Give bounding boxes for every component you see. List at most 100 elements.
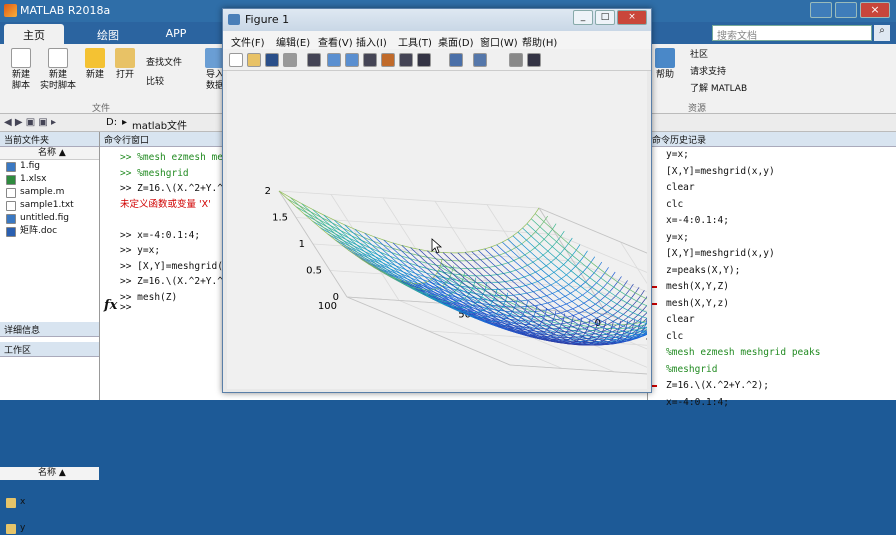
file-name-column-header[interactable]: 名称 ▲ [0, 147, 99, 160]
history-item[interactable]: %meshgrid [648, 362, 896, 379]
path-folder[interactable]: matlab文件 [132, 117, 187, 132]
doc-search-input[interactable]: 搜索文档 [712, 25, 872, 42]
workspace-var-x[interactable]: x [0, 496, 99, 509]
history-item[interactable]: clear [648, 312, 896, 329]
community-link[interactable]: 社区 [690, 48, 708, 62]
figure-close-button[interactable]: × [617, 10, 647, 25]
open-button[interactable]: 打开 [110, 48, 140, 81]
file-item[interactable]: 1.xlsx [0, 173, 99, 186]
legend-icon[interactable] [509, 53, 523, 67]
figure-maximize-button[interactable]: □ [595, 10, 615, 25]
zoom-out-icon[interactable] [345, 53, 359, 67]
plot-area[interactable]: 00.511.52050100020406080100 [227, 71, 795, 397]
mouse-cursor-icon [431, 238, 443, 254]
figure-menu-item-2[interactable]: 查看(V) [318, 34, 353, 49]
help-button[interactable]: 帮助 [650, 48, 680, 81]
file-list: 1.fig 1.xlsx sample.m sample1.txt untitled.f… [0, 160, 99, 238]
workspace-name-header[interactable]: 名称 ▲ [0, 467, 99, 480]
x-tick-label: 100 [318, 301, 337, 312]
save-icon[interactable] [265, 53, 279, 67]
command-history-title: 命令历史记录 [648, 132, 896, 147]
history-list: y=x; [X,Y]=meshgrid(x,y) clear clc x=-4:0.1:… [648, 147, 896, 411]
z-tick-label: 1.5 [272, 213, 288, 224]
search-icon[interactable]: ⌕ [874, 25, 890, 41]
new-live-script-icon [48, 48, 68, 68]
file-item[interactable]: untitled.fig [0, 212, 99, 225]
file-item[interactable]: sample1.txt [0, 199, 99, 212]
pointer-icon[interactable] [307, 53, 321, 67]
figure-menu-item-5[interactable]: 桌面(D) [438, 34, 474, 49]
tab-plots[interactable]: 绘图 [78, 24, 138, 44]
fx-icon[interactable]: fx [104, 298, 117, 313]
figure-menu-item-3[interactable]: 插入(I) [356, 34, 387, 49]
file-name: 矩阵.doc [20, 226, 58, 236]
new-live-script-button[interactable]: 新建 实时脚本 [40, 48, 76, 92]
close-button[interactable]: × [860, 2, 890, 18]
history-item[interactable]: y=x; [648, 147, 896, 164]
rotate-icon[interactable] [381, 53, 395, 67]
file-item[interactable]: sample.m [0, 186, 99, 199]
figure-menu-item-1[interactable]: 编辑(E) [276, 34, 310, 49]
current-folder-panel: 当前文件夹 名称 ▲ 1.fig 1.xlsx sample.m sample1.tx… [0, 132, 100, 534]
history-item[interactable]: %mesh ezmesh meshgrid peaks [648, 345, 896, 362]
history-item[interactable]: Z=16.\(X.^2+Y.^2); [648, 378, 896, 395]
history-item[interactable]: clc [648, 329, 896, 346]
learn-matlab-link[interactable]: 了解 MATLAB [690, 82, 747, 96]
mesh-plot[interactable]: 00.511.52050100020406080100 [227, 71, 795, 397]
colorbar-icon[interactable] [473, 53, 487, 67]
figure-menu-item-7[interactable]: 帮助(H) [522, 34, 557, 49]
new-figure-icon[interactable] [229, 53, 243, 67]
history-item[interactable]: x=-4:0.1:4; [648, 395, 896, 412]
minimize-button[interactable] [810, 2, 832, 18]
matlab-logo-icon [4, 4, 17, 17]
compare-button[interactable]: 比较 [146, 75, 164, 89]
brush-icon[interactable] [417, 53, 431, 67]
figure-menu-item-4[interactable]: 工具(T) [398, 34, 432, 49]
file-icon [6, 188, 16, 198]
data-cursor-icon[interactable] [399, 53, 413, 67]
zoom-in-icon[interactable] [327, 53, 341, 67]
figure-menu-item-0[interactable]: 文件(F) [231, 34, 265, 49]
file-name: 1.fig [20, 161, 40, 171]
history-item[interactable]: z=peaks(X,Y); [648, 263, 896, 280]
new-script-button[interactable]: 新建 脚本 [6, 48, 36, 92]
find-files-button[interactable]: 查找文件 [146, 56, 182, 70]
history-item[interactable]: mesh(X,Y,Z) [648, 279, 896, 296]
file-item[interactable]: 1.fig [0, 160, 99, 173]
tab-home[interactable]: 主页 [4, 24, 64, 44]
command-prompt[interactable]: >> [120, 302, 131, 313]
file-icon [6, 175, 16, 185]
history-item[interactable]: [X,Y]=meshgrid(x,y) [648, 164, 896, 181]
file-icon [6, 227, 16, 237]
mesh-surface [278, 190, 702, 346]
maximize-button[interactable] [835, 2, 857, 18]
matlab-title: MATLAB R2018a [20, 4, 111, 17]
history-item[interactable]: y=x; [648, 230, 896, 247]
history-item[interactable]: clear [648, 180, 896, 197]
workspace-var-y[interactable]: y [0, 522, 99, 535]
link-icon[interactable] [449, 53, 463, 67]
figure-minimize-button[interactable]: _ [573, 10, 593, 25]
history-item[interactable]: [X,Y]=meshgrid(x,y) [648, 246, 896, 263]
history-item[interactable]: x=-4:0.1:4; [648, 213, 896, 230]
group-resources-label: 资源 [688, 104, 707, 114]
pan-icon[interactable] [363, 53, 377, 67]
hide-tools-icon[interactable] [527, 53, 541, 67]
tab-apps[interactable]: APP [146, 24, 206, 44]
variable-icon [6, 498, 16, 508]
history-item[interactable]: clc [648, 197, 896, 214]
folder-icon [115, 48, 135, 68]
history-item[interactable]: mesh(X,Y,z) [648, 296, 896, 313]
file-icon [6, 214, 16, 224]
workspace-title: 工作区 [0, 342, 99, 357]
open-icon[interactable] [247, 53, 261, 67]
print-icon[interactable] [283, 53, 297, 67]
details-header[interactable]: 详细信息 [0, 322, 99, 337]
path-drive[interactable]: D: [106, 117, 117, 128]
figure-menu-item-6[interactable]: 窗口(W) [480, 34, 518, 49]
new-button[interactable]: 新建 [80, 48, 110, 81]
nav-arrows[interactable]: ◀ ▶ ▣ ▣ ▸ [4, 117, 56, 128]
variable-icon [6, 524, 16, 534]
request-support-link[interactable]: 请求支持 [690, 65, 726, 79]
file-item[interactable]: 矩阵.doc [0, 225, 99, 238]
